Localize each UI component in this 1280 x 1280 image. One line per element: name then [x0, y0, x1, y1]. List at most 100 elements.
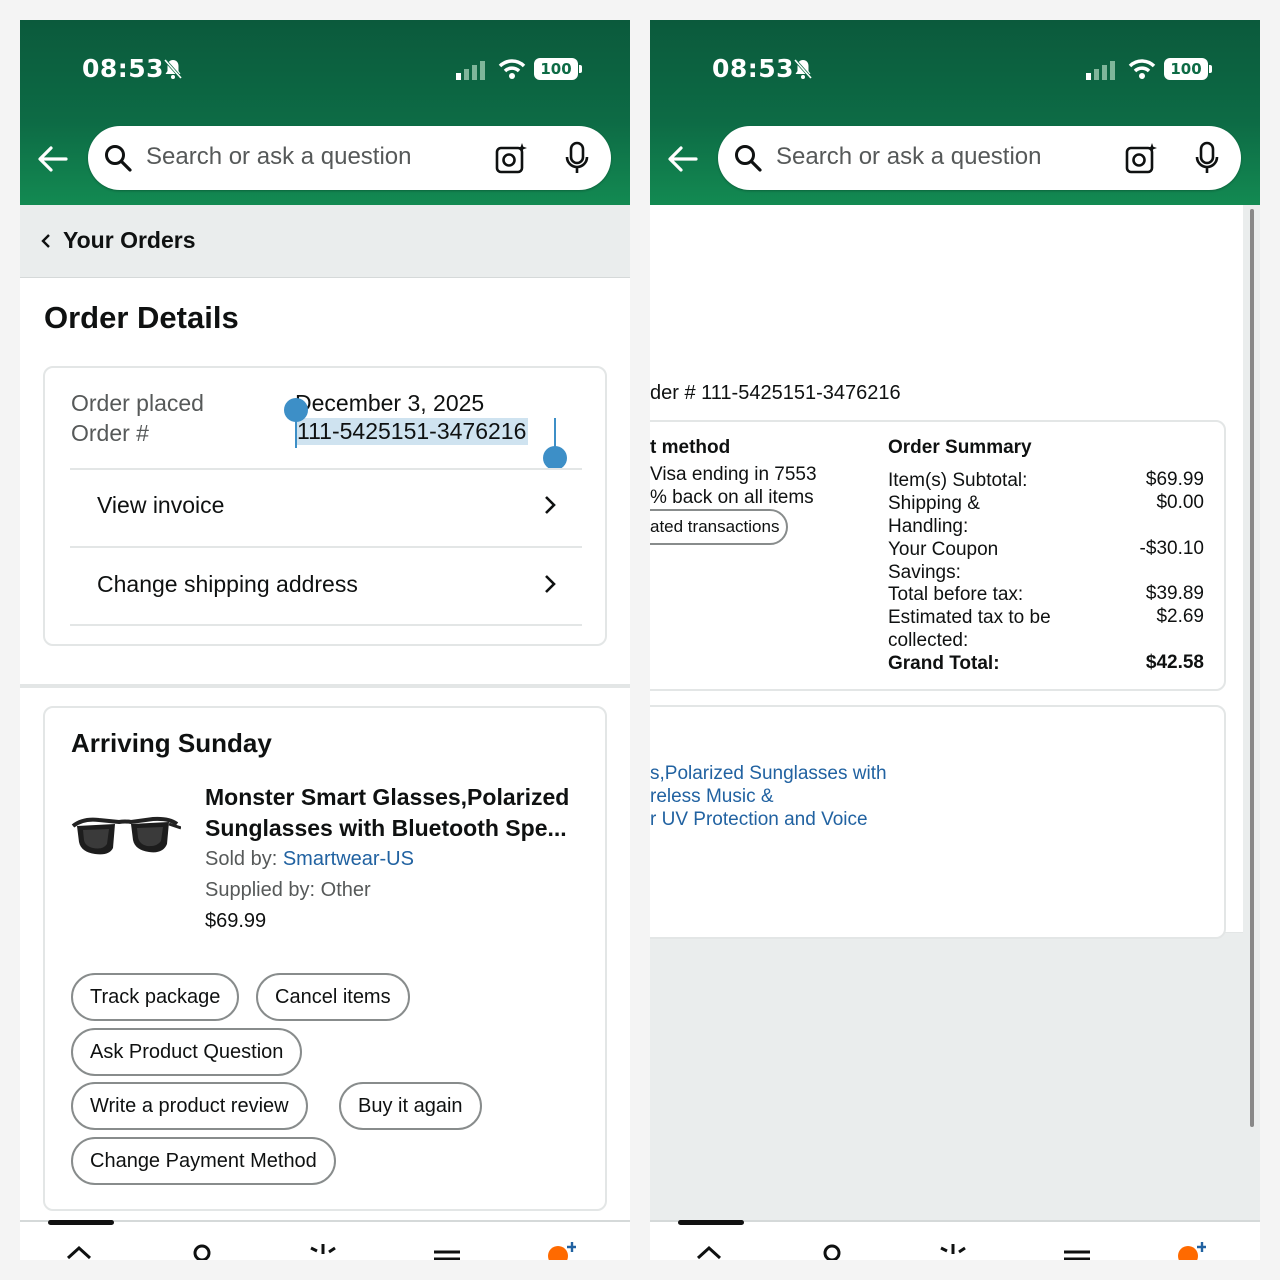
shipping-value: $0.00	[1156, 492, 1204, 513]
breadcrumb-your-orders[interactable]: Your Orders	[63, 227, 196, 254]
chevron-up-icon[interactable]	[64, 1240, 94, 1260]
item-card: s,Polarized Sunglasses with reless Music…	[650, 705, 1226, 939]
back-arrow-icon[interactable]	[666, 142, 700, 176]
cancel-items-button[interactable]: Cancel items	[256, 973, 410, 1021]
menu-icon[interactable]	[1062, 1240, 1092, 1260]
order-summary-heading: Order Summary	[888, 437, 1032, 458]
product-title-link[interactable]: s,Polarized Sunglasses with reless Music…	[650, 762, 887, 831]
page-title: Order Details	[44, 300, 239, 335]
cashback-note: % back on all items	[650, 487, 814, 508]
camera-search-icon[interactable]	[1124, 141, 1158, 175]
product-title-line: r UV Protection and Voice	[650, 809, 868, 830]
camera-search-icon[interactable]	[494, 141, 528, 175]
bell-muted-icon	[793, 59, 813, 79]
order-number-value[interactable]: 111-5425151-3476216	[295, 418, 529, 445]
active-tab-indicator	[678, 1220, 744, 1225]
chevron-left-icon	[41, 234, 50, 248]
coupon-value: -$30.10	[1139, 538, 1204, 559]
payment-method-heading: t method	[650, 437, 731, 458]
grand-total-value: $42.58	[1145, 652, 1204, 673]
view-invoice-link[interactable]: View invoice	[97, 492, 224, 519]
track-package-button[interactable]: Track package	[71, 973, 240, 1021]
invoice-view-screen: 08:53 100 Search or ask a question der #…	[650, 20, 1260, 1260]
breadcrumb[interactable]: Your Orders	[20, 205, 630, 278]
wifi-icon	[1128, 59, 1156, 79]
tax-value: $2.69	[1156, 606, 1204, 627]
product-price: $69.99	[205, 910, 267, 932]
status-time: 08:53	[712, 54, 795, 83]
write-review-button[interactable]: Write a product review	[71, 1082, 308, 1130]
sparkle-icon[interactable]	[938, 1240, 968, 1260]
search-icon	[105, 145, 132, 172]
selection-end-bar	[554, 418, 556, 448]
divider	[70, 468, 582, 470]
invoice-sheet: der # 111-5425151-3476216 t method Visa …	[650, 205, 1243, 939]
payment-card: Visa ending in 7553	[650, 464, 817, 485]
selection-start-bar	[295, 418, 297, 448]
shipping-label: Shipping & Handling:	[888, 493, 980, 537]
product-title-link[interactable]: Monster Smart Glasses,Polarized Sunglass…	[205, 782, 595, 844]
scrollbar[interactable]	[1250, 209, 1254, 1127]
sold-by: Sold by: Smartwear-US	[205, 848, 414, 871]
invoice-scroll-area[interactable]: der # 111-5425151-3476216 t method Visa …	[650, 205, 1260, 1220]
order-details-screen: 08:53 100 Search or ask a question Your …	[20, 20, 630, 1260]
chevron-up-icon[interactable]	[694, 1240, 724, 1260]
order-number: der # 111-5425151-3476216	[650, 382, 901, 404]
change-payment-method-button[interactable]: Change Payment Method	[71, 1137, 336, 1185]
order-placed-label: Order placed	[71, 390, 204, 416]
search-bar[interactable]: Search or ask a question	[88, 126, 611, 190]
buy-it-again-button[interactable]: Buy it again	[339, 1082, 482, 1130]
product-title-line: s,Polarized Sunglasses with	[650, 763, 887, 784]
user-icon[interactable]	[817, 1240, 847, 1260]
user-icon[interactable]	[187, 1240, 217, 1260]
bottom-nav	[650, 1220, 1260, 1260]
subtotal-value: $69.99	[1145, 469, 1204, 490]
bottom-nav	[20, 1220, 630, 1260]
rufus-icon[interactable]	[546, 1240, 576, 1260]
back-arrow-icon[interactable]	[36, 142, 70, 176]
divider	[70, 624, 582, 626]
order-placed-value: December 3, 2025	[295, 390, 485, 416]
sold-by-label: Sold by:	[205, 848, 283, 870]
order-number-label: Order #	[71, 420, 149, 446]
search-bar[interactable]: Search or ask a question	[718, 126, 1241, 190]
bell-muted-icon	[163, 59, 183, 79]
sparkle-icon[interactable]	[308, 1240, 338, 1260]
menu-icon[interactable]	[432, 1240, 462, 1260]
before-tax-label: Total before tax:	[888, 584, 1024, 605]
change-shipping-address-link[interactable]: Change shipping address	[97, 571, 358, 598]
divider	[70, 546, 582, 548]
microphone-icon[interactable]	[564, 141, 590, 175]
cell-signal-icon	[1086, 61, 1115, 80]
search-input[interactable]: Search or ask a question	[146, 143, 412, 171]
shipment-card: Arriving Sunday Monster Smart Glasses,Po…	[43, 706, 607, 1211]
supplied-by: Supplied by: Other	[205, 879, 371, 901]
section-divider	[20, 684, 630, 688]
rufus-icon[interactable]	[1176, 1240, 1206, 1260]
active-tab-indicator	[48, 1220, 114, 1225]
before-tax-value: $39.89	[1145, 583, 1204, 604]
arrival-status: Arriving Sunday	[71, 728, 272, 758]
battery-indicator: 100	[534, 58, 582, 80]
app-header: 08:53 100 Search or ask a question	[650, 20, 1260, 205]
related-transactions-button[interactable]: ated transactions	[650, 509, 788, 545]
ask-product-question-button[interactable]: Ask Product Question	[71, 1028, 303, 1076]
chevron-right-icon	[545, 496, 556, 514]
battery-indicator: 100	[1164, 58, 1212, 80]
seller-link[interactable]: Smartwear-US	[283, 848, 414, 870]
microphone-icon[interactable]	[1194, 141, 1220, 175]
product-image[interactable]	[69, 804, 181, 868]
subtotal-label: Item(s) Subtotal:	[888, 470, 1028, 491]
grand-total-label: Grand Total:	[888, 653, 1000, 674]
coupon-label: Your Coupon Savings:	[888, 539, 999, 583]
wifi-icon	[498, 59, 526, 79]
search-input[interactable]: Search or ask a question	[776, 143, 1042, 171]
payment-summary-card: t method Visa ending in 7553 % back on a…	[650, 420, 1226, 691]
product-title-line: reless Music &	[650, 786, 774, 807]
selection-end-handle[interactable]	[543, 446, 567, 470]
tax-label: Estimated tax to be collected:	[888, 607, 1051, 651]
status-time: 08:53	[82, 54, 165, 83]
app-header: 08:53 100 Search or ask a question	[20, 20, 630, 205]
chevron-right-icon	[545, 575, 556, 593]
cell-signal-icon	[456, 61, 485, 80]
